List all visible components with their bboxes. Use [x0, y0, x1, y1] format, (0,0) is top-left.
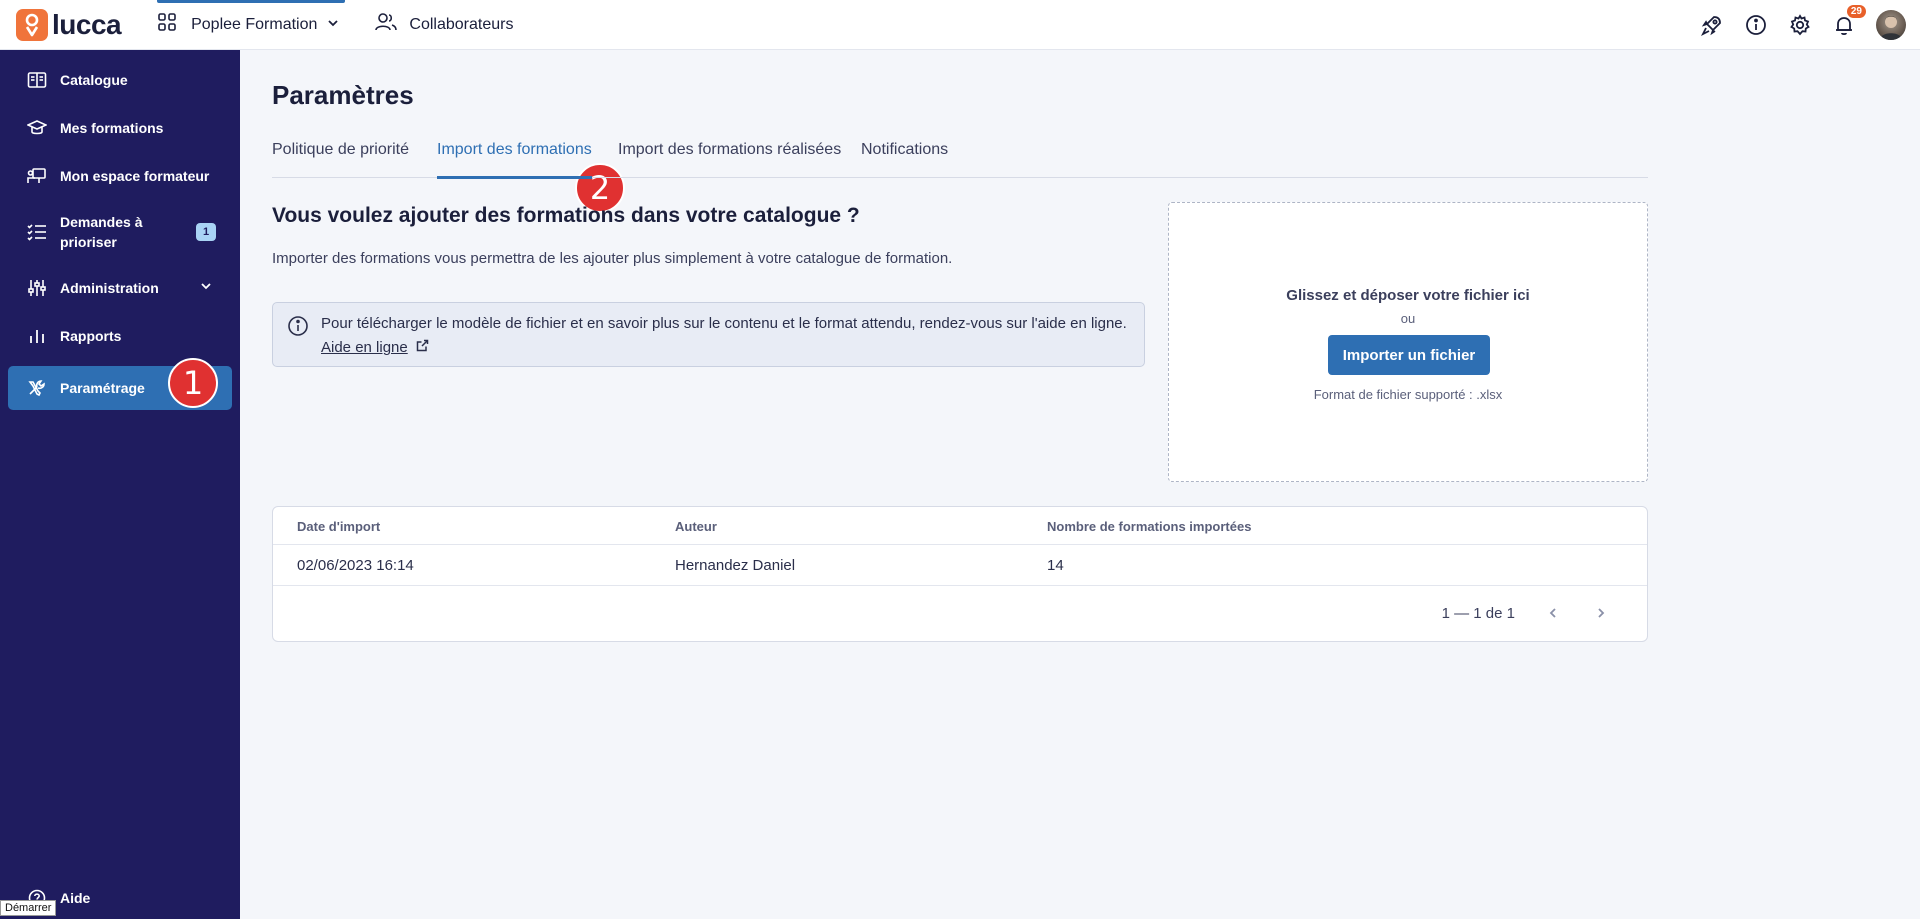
column-header-nombre: Nombre de formations importées: [1047, 519, 1252, 534]
pending-count-badge: 1: [196, 223, 216, 241]
pagination: 1 — 1 de 1: [1442, 603, 1611, 623]
tab-import-des-formations[interactable]: Import des formations: [437, 138, 592, 179]
top-bar: lucca Poplee Formation Collaborateurs 29: [0, 0, 1920, 50]
column-header-date: Date d'import: [297, 519, 381, 534]
book-icon: [26, 69, 48, 91]
top-right-actions: 29: [1700, 0, 1906, 50]
dropzone-title: Glissez et déposer votre fichier ici: [1286, 287, 1530, 304]
list-check-icon: [26, 221, 48, 243]
cell-date: 02/06/2023 16:14: [297, 557, 414, 574]
sidebar-item-label: Paramétrage: [60, 380, 145, 396]
section-description: Importer des formations vous permettra d…: [272, 250, 953, 267]
start-button[interactable]: Démarrer: [0, 900, 57, 916]
page-title: Paramètres: [272, 80, 414, 110]
chevron-down-icon: [327, 16, 339, 34]
sidebar-item-label: Mes formations: [60, 120, 164, 136]
column-header-auteur: Auteur: [675, 519, 717, 534]
sidebar-item-mon-espace-formateur[interactable]: Mon espace formateur: [8, 158, 232, 194]
app-name: Poplee Formation: [191, 15, 318, 33]
imports-table: Date d'import Auteur Nombre de formation…: [272, 506, 1648, 642]
tab-import-des-formations-realisees[interactable]: Import des formations réalisées: [618, 138, 841, 178]
chevron-right-icon[interactable]: [1591, 603, 1611, 623]
tools-icon: [26, 377, 48, 399]
import-file-button[interactable]: Importer un fichier: [1328, 335, 1490, 375]
apps-grid-icon: [157, 12, 177, 37]
online-help-link-label: Aide en ligne: [321, 339, 408, 356]
chevron-left-icon[interactable]: [1543, 603, 1563, 623]
pagination-text: 1 — 1 de 1: [1441, 604, 1515, 622]
sidebar-item-mes-formations[interactable]: Mes formations: [8, 110, 232, 146]
file-dropzone[interactable]: Glissez et déposer votre fichier ici ou …: [1168, 202, 1648, 482]
users-icon: [375, 12, 398, 37]
info-icon[interactable]: [1744, 13, 1768, 37]
lucca-logo[interactable]: lucca: [16, 0, 122, 50]
sidebar-item-label: Mon espace formateur: [60, 168, 210, 184]
notification-count-badge: 29: [1846, 5, 1866, 18]
cell-nombre: 14: [1047, 557, 1064, 574]
section-title: Vous voulez ajouter des formations dans …: [272, 204, 860, 227]
row-divider: [273, 585, 1647, 586]
info-text: Pour télécharger le modèle de fichier et…: [321, 315, 1127, 332]
sliders-icon: [26, 277, 48, 299]
tab-notifications[interactable]: Notifications: [861, 138, 948, 178]
sidebar-item-label: Administration: [60, 280, 159, 296]
online-help-link[interactable]: Aide en ligne: [321, 339, 429, 356]
settings-tabs: Politique de priorité Import des formati…: [272, 138, 1648, 179]
lucca-logo-icon: [16, 8, 48, 41]
gear-icon[interactable]: [1788, 13, 1812, 37]
collaborateurs-link[interactable]: Collaborateurs: [375, 12, 513, 37]
rocket-icon[interactable]: [1700, 13, 1724, 37]
dropzone-or: ou: [1400, 311, 1416, 326]
sidebar-item-rapports[interactable]: Rapports: [8, 318, 232, 354]
collaborateurs-label: Collaborateurs: [409, 15, 514, 33]
supported-format-text: Format de fichier supporté : .xlsx: [1313, 387, 1503, 402]
user-avatar[interactable]: [1876, 10, 1906, 40]
graduation-cap-icon: [26, 117, 48, 139]
logo-text: lucca: [52, 8, 122, 40]
app-switcher[interactable]: Poplee Formation: [151, 0, 346, 50]
external-link-icon: [416, 339, 429, 356]
bar-chart-icon: [26, 325, 48, 347]
sidebar-item-label: Rapports: [60, 328, 122, 344]
sidebar-item-administration[interactable]: Administration: [8, 270, 232, 306]
sidebar-item-demandes-a-prioriser[interactable]: Demandes à prioriser 1: [8, 206, 232, 258]
chevron-down-icon: [200, 279, 212, 297]
tab-politique-de-priorite[interactable]: Politique de priorité: [272, 138, 409, 178]
presentation-board-icon: [26, 165, 48, 187]
info-callout: Pour télécharger le modèle de fichier et…: [272, 302, 1145, 367]
step-marker-1: 1: [168, 358, 218, 408]
bell-icon[interactable]: 29: [1832, 5, 1866, 37]
info-icon: [287, 315, 309, 342]
sidebar-item-label: Catalogue: [60, 72, 128, 88]
sidebar-item-catalogue[interactable]: Catalogue: [8, 62, 232, 98]
header-divider: [273, 544, 1647, 545]
help-label: Aide: [60, 890, 91, 906]
sidebar: Catalogue Mes formations Mon espace form…: [0, 50, 240, 919]
cell-auteur: Hernandez Daniel: [675, 557, 796, 574]
sidebar-item-label: Demandes à prioriser: [60, 214, 143, 250]
